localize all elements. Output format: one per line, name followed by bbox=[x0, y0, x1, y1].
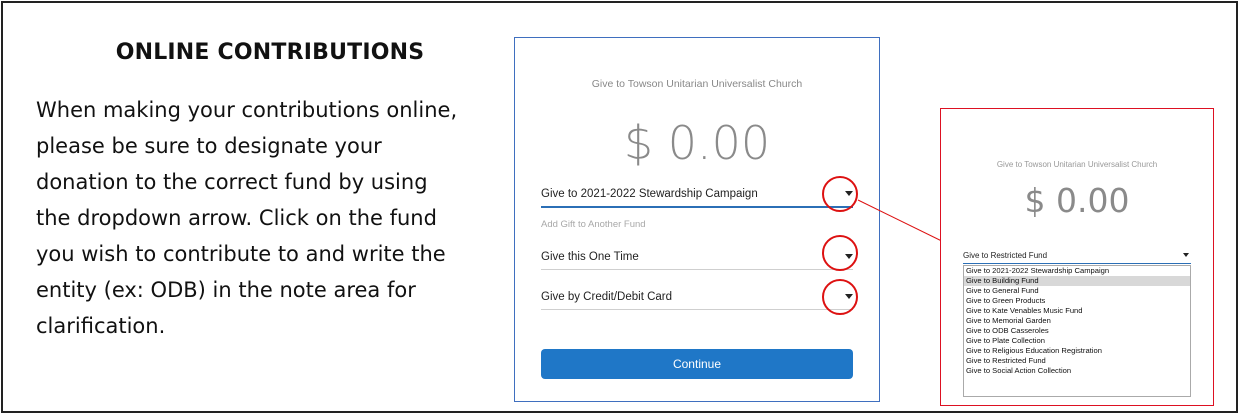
inset-fund-select-value: Give to Restricted Fund bbox=[963, 251, 1048, 260]
fund-option[interactable]: Give to ODB Casseroles bbox=[964, 326, 1190, 336]
inset-organization-label: Give to Towson Unitarian Universalist Ch… bbox=[996, 160, 1158, 169]
fund-options-list: Give to 2021-2022 Stewardship Campaign Gi… bbox=[963, 265, 1191, 397]
fund-option[interactable]: Give to Religious Education Registration bbox=[964, 346, 1190, 356]
inset-fund-select[interactable]: Give to Restricted Fund bbox=[963, 251, 1191, 264]
fund-option[interactable]: Give to Building Fund bbox=[964, 276, 1190, 286]
fund-option[interactable]: Give to Memorial Garden bbox=[964, 316, 1190, 326]
zoomed-dropdown-inset: Give to Towson Unitarian Universalist Ch… bbox=[940, 108, 1214, 406]
fund-option[interactable]: Give to Plate Collection bbox=[964, 336, 1190, 346]
fund-option[interactable]: Give to Social Action Collection bbox=[964, 366, 1190, 376]
fund-option[interactable]: Give to Restricted Fund bbox=[964, 356, 1190, 366]
chevron-down-icon[interactable] bbox=[1183, 253, 1189, 257]
inset-amount-display: $ 0.00 bbox=[1024, 181, 1130, 220]
fund-option[interactable]: Give to Green Products bbox=[964, 296, 1190, 306]
fund-option[interactable]: Give to 2021-2022 Stewardship Campaign bbox=[964, 266, 1190, 276]
fund-option[interactable]: Give to General Fund bbox=[964, 286, 1190, 296]
fund-option[interactable]: Give to Kate Venables Music Fund bbox=[964, 306, 1190, 316]
